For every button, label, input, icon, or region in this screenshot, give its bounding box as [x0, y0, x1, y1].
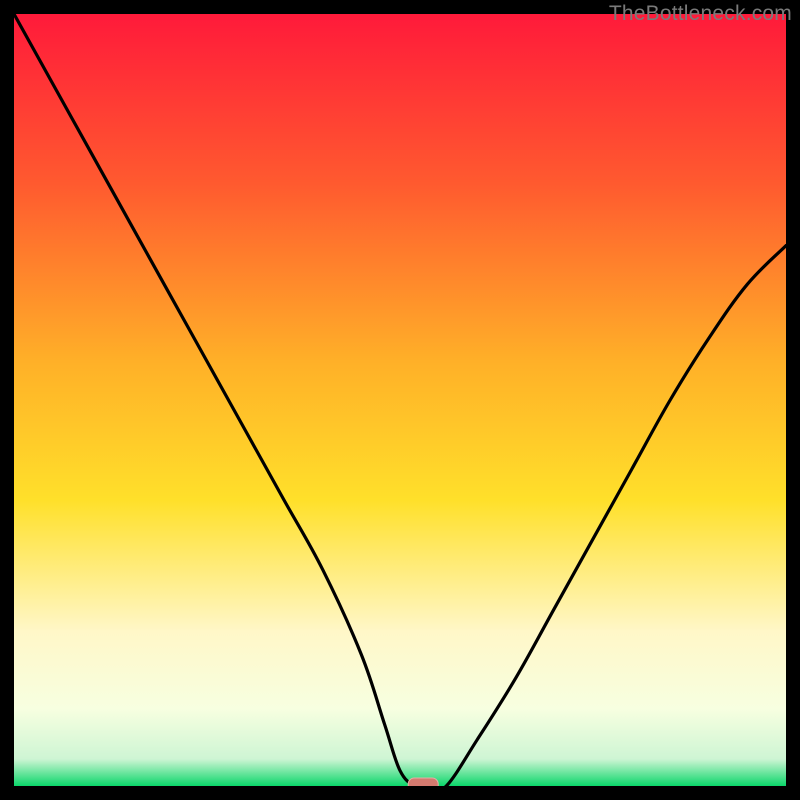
chart-frame: [14, 14, 786, 786]
chart-svg: [14, 14, 786, 786]
optimal-marker: [408, 778, 438, 786]
watermark-text: TheBottleneck.com: [609, 2, 792, 26]
